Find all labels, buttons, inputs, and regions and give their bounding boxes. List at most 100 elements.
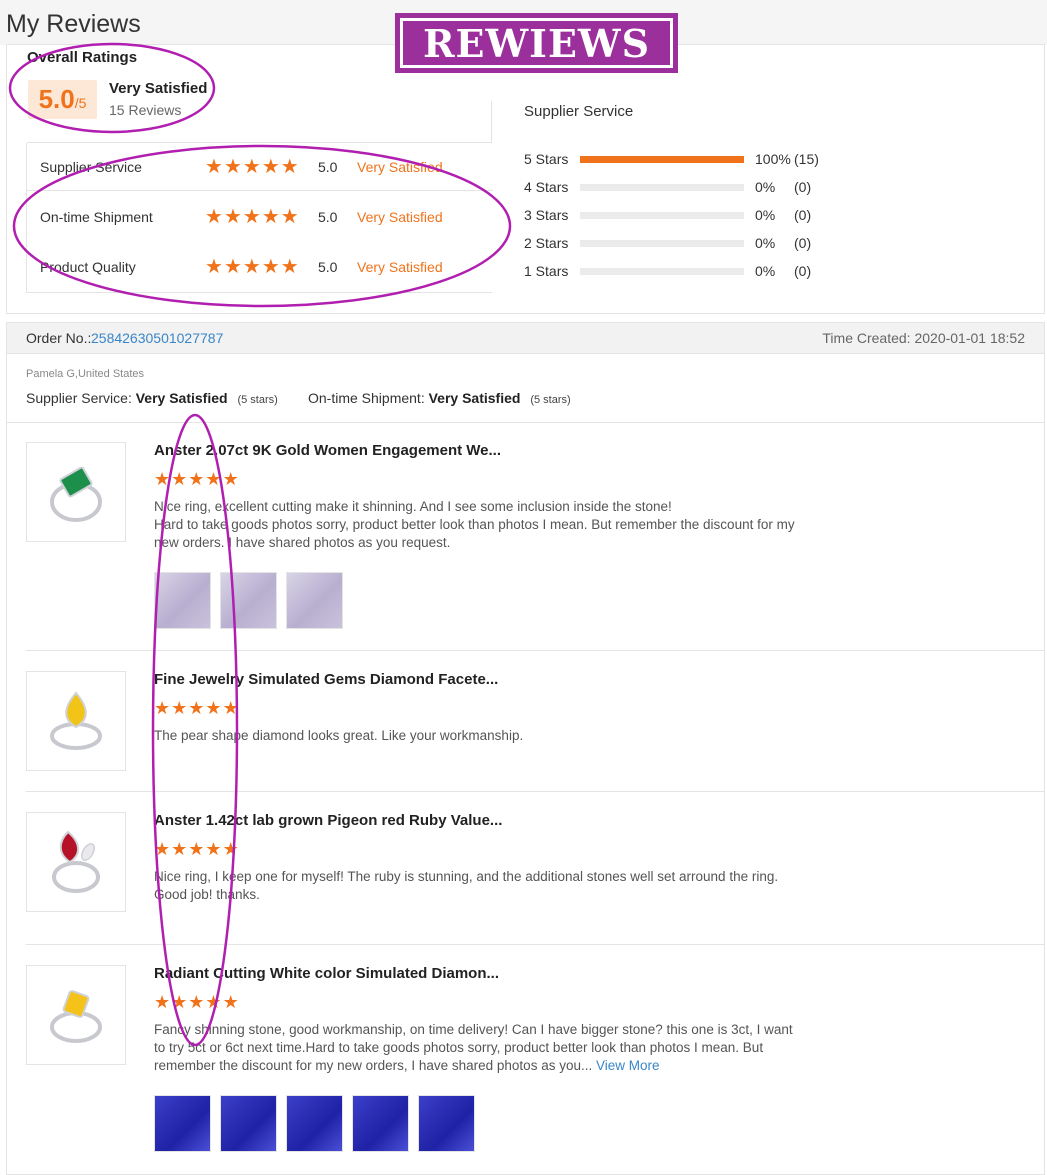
product-title[interactable]: Anster 1.42ct lab grown Pigeon red Ruby … [154, 812, 502, 829]
product-thumbnail[interactable] [26, 671, 126, 771]
criteria-status: Very Satisfied [357, 209, 443, 225]
review-photo[interactable] [154, 1095, 211, 1152]
distribution-title: Supplier Service [524, 103, 634, 120]
distribution-percent: 0% [755, 263, 776, 279]
star-icon: ★ [171, 992, 188, 1013]
review-photo[interactable] [220, 572, 277, 629]
order-header: Order No.: 25842630501027787 Time Create… [7, 323, 1044, 354]
star-icon: ★ [280, 204, 299, 228]
product-title[interactable]: Anster 2.07ct 9K Gold Women Engagement W… [154, 442, 501, 459]
star-icon: ★ [188, 839, 205, 860]
star-icon: ★ [205, 204, 223, 228]
criteria-stars: ★★★★★ [205, 206, 300, 228]
distribution-label: 5 Stars [524, 151, 569, 167]
distribution-count: (0) [794, 179, 812, 195]
reviewer-name: Pamela G,United States [26, 368, 145, 380]
product-thumbnail[interactable] [26, 442, 126, 542]
star-icon: ★ [188, 992, 205, 1013]
summary-label: Supplier Service: [26, 390, 132, 406]
summary-hint: (5 stars) [237, 394, 278, 406]
star-icon: ★ [280, 254, 299, 278]
review-photo[interactable] [418, 1095, 475, 1152]
distribution-percent: 0% [755, 179, 776, 195]
star-icon: ★ [154, 469, 171, 490]
distribution-label: 4 Stars [524, 179, 569, 195]
divider [26, 944, 1044, 945]
ring-image [52, 830, 100, 893]
divider [7, 422, 1044, 423]
criteria-label: On-time Shipment [40, 209, 153, 225]
star-icon: ★ [242, 204, 261, 228]
ring-image [50, 691, 102, 750]
review-photo[interactable] [286, 1095, 343, 1152]
criteria-score: 5.0 [318, 259, 338, 275]
distribution-label: 3 Stars [524, 207, 569, 223]
order-number-link[interactable]: 25842630501027787 [91, 330, 223, 346]
review-photo[interactable] [286, 572, 343, 629]
star-icon: ★ [205, 839, 222, 860]
overall-review-count: 15 Reviews [109, 102, 182, 118]
distribution-row: 3 Stars 0% (0) [524, 205, 854, 225]
star-icon: ★ [205, 154, 223, 178]
review-text: Nice ring, excellent cutting make it shi… [154, 499, 795, 550]
review-item: Anster 1.42ct lab grown Pigeon red Ruby … [26, 812, 1036, 932]
distribution-row: 1 Stars 0% (0) [524, 261, 854, 281]
star-icon: ★ [205, 469, 222, 490]
ring-image [50, 990, 102, 1043]
distribution-label: 1 Stars [524, 263, 569, 279]
distribution-label: 2 Stars [524, 235, 569, 251]
review-photos [154, 572, 343, 629]
order-review-panel: Order No.: 25842630501027787 Time Create… [6, 322, 1045, 1175]
view-more-link[interactable]: View More [596, 1058, 660, 1073]
star-icon: ★ [223, 154, 242, 178]
review-text-body: Fancy shinning stone, good workmanship, … [154, 1022, 793, 1073]
distribution-row: 4 Stars 0% (0) [524, 177, 854, 197]
star-icon: ★ [188, 698, 205, 719]
review-stars: ★★★★★ [154, 470, 240, 490]
star-icon: ★ [205, 254, 223, 278]
product-thumbnail[interactable] [26, 812, 126, 912]
star-icon: ★ [154, 839, 171, 860]
review-text: Fancy shinning stone, good workmanship, … [154, 1021, 804, 1075]
reviews-banner-text: REWIEWS [403, 21, 670, 66]
criteria-table: Supplier Service ★★★★★ 5.0 Very Satisfie… [26, 143, 493, 293]
star-icon: ★ [242, 254, 261, 278]
star-icon: ★ [261, 204, 280, 228]
criteria-stars: ★★★★★ [205, 156, 300, 178]
star-icon: ★ [205, 992, 222, 1013]
criteria-score: 5.0 [318, 209, 338, 225]
star-icon: ★ [242, 154, 261, 178]
criteria-label: Supplier Service [40, 159, 142, 175]
star-icon: ★ [280, 154, 299, 178]
star-icon: ★ [223, 254, 242, 278]
criteria-label: Product Quality [40, 259, 136, 275]
product-thumbnail[interactable] [26, 965, 126, 1065]
ratings-panel: Overall Ratings 5.0 /5 Very Satisfied 15… [6, 44, 1045, 314]
review-stars: ★★★★★ [154, 840, 240, 860]
distribution-bar [580, 156, 744, 163]
score-badge: 5.0 /5 [28, 80, 97, 119]
review-photo[interactable] [154, 572, 211, 629]
star-icon: ★ [222, 992, 239, 1013]
review-stars: ★★★★★ [154, 993, 240, 1013]
review-photo[interactable] [352, 1095, 409, 1152]
divider [26, 791, 1044, 792]
product-title[interactable]: Radiant Cutting White color Simulated Di… [154, 965, 499, 982]
summary-value: Very Satisfied [428, 390, 521, 406]
star-icon: ★ [222, 839, 239, 860]
overall-score: 5.0 [38, 84, 75, 114]
distribution-count: (15) [794, 151, 819, 167]
distribution-bar [580, 240, 744, 247]
criteria-row: Product Quality ★★★★★ 5.0 Very Satisfied [27, 243, 493, 291]
criteria-status: Very Satisfied [357, 259, 443, 275]
star-icon: ★ [205, 698, 222, 719]
product-title[interactable]: Fine Jewelry Simulated Gems Diamond Face… [154, 671, 498, 688]
distribution-count: (0) [794, 235, 812, 251]
review-item: Fine Jewelry Simulated Gems Diamond Face… [26, 671, 1036, 771]
page-title: My Reviews [6, 10, 141, 38]
star-icon: ★ [188, 469, 205, 490]
time-created: Time Created: 2020-01-01 18:52 [822, 330, 1025, 346]
review-photo[interactable] [220, 1095, 277, 1152]
star-icon: ★ [223, 204, 242, 228]
criteria-row: On-time Shipment ★★★★★ 5.0 Very Satisfie… [27, 193, 493, 241]
